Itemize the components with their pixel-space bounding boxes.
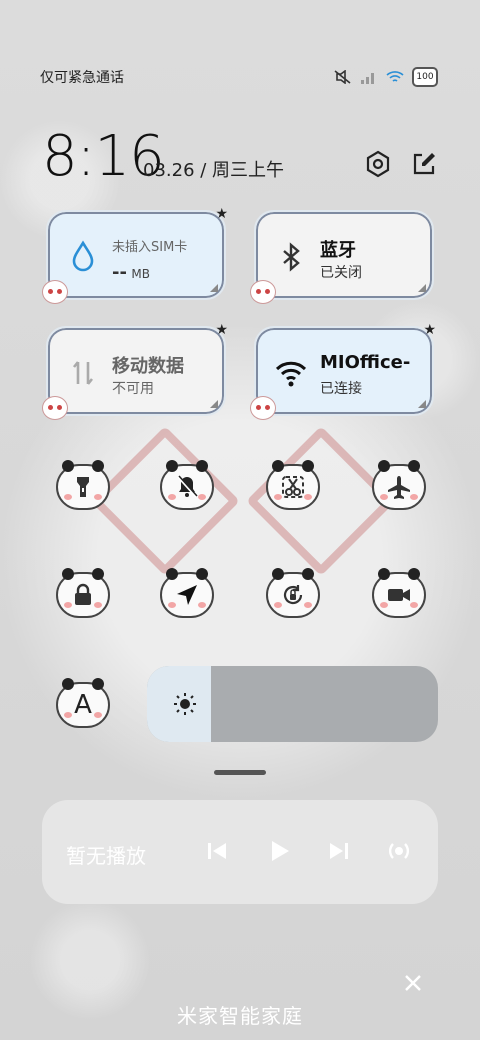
expand-corner-icon [210, 284, 218, 292]
next-track-icon[interactable] [326, 838, 352, 864]
audio-output-icon[interactable] [386, 838, 412, 864]
battery-indicator: 100 [412, 67, 438, 87]
data-usage-value: -- MB [112, 262, 150, 283]
bluetooth-title: 蓝牙 [320, 240, 356, 261]
wifi-network-name: MIOffice- [320, 352, 411, 373]
panda-cheek [168, 602, 176, 608]
screenshot-toggle[interactable] [266, 460, 320, 510]
panda-cheek [94, 494, 102, 500]
panda-cheek [168, 494, 176, 500]
panda-decoration [250, 396, 276, 420]
wifi-icon [275, 361, 307, 387]
star-decoration: ★ [215, 206, 228, 222]
brightness-sun-icon [174, 693, 196, 715]
expand-corner-icon [418, 400, 426, 408]
panda-cheek [94, 602, 102, 608]
bluetooth-icon [283, 242, 300, 272]
font-size-toggle[interactable]: A [56, 678, 110, 728]
airplane-toggle[interactable] [372, 460, 426, 510]
mute-icon [334, 70, 351, 84]
font-icon: A [74, 690, 92, 720]
carrier-text: 仅可紧急通话 [40, 70, 124, 86]
previous-track-icon[interactable] [204, 838, 230, 864]
water-drop-icon [72, 240, 94, 272]
airplane-icon [388, 476, 410, 499]
screenshot-scissors-icon [282, 476, 304, 498]
wifi-status: 已连接 [320, 381, 362, 397]
mobile-data-status: 不可用 [112, 381, 154, 397]
star-decoration: ★ [423, 322, 436, 338]
flashlight-icon [77, 477, 89, 497]
expand-corner-icon [418, 284, 426, 292]
wifi-tile[interactable]: MIOffice- 已连接 ★ [250, 322, 436, 420]
lock-icon [75, 583, 91, 605]
mobile-data-usage-tile[interactable]: 未插入SIM卡 -- MB ★ [42, 206, 228, 304]
panda-cheek [410, 602, 418, 608]
video-camera-icon [388, 589, 410, 601]
settings-icon[interactable] [364, 150, 392, 178]
rotation-lock-icon [283, 585, 303, 605]
wifi-status-icon [386, 71, 404, 82]
location-toggle[interactable] [160, 568, 214, 618]
panda-cheek [64, 602, 72, 608]
clock-date: 03.26 / 周三上午 [143, 160, 285, 181]
panda-decoration [250, 280, 276, 304]
panda-cheek [380, 602, 388, 608]
signal-icon [361, 73, 374, 84]
panda-cheek [64, 712, 72, 718]
play-icon[interactable] [266, 838, 292, 864]
panda-cheek [410, 494, 418, 500]
status-bar: 仅可紧急通话 100 [40, 66, 438, 88]
panda-decoration [42, 396, 68, 420]
panda-cheek [198, 494, 206, 500]
mobile-data-tile[interactable]: 移动数据 不可用 ★ [42, 322, 228, 420]
media-player-card[interactable]: 暂无播放 [42, 800, 438, 904]
bluetooth-tile[interactable]: 蓝牙 已关闭 [250, 210, 434, 304]
close-icon[interactable] [402, 972, 424, 994]
smart-home-title[interactable]: 米家智能家庭 [0, 1000, 480, 1029]
panda-cheek [94, 712, 102, 718]
star-decoration: ★ [215, 322, 228, 338]
panda-cheek [304, 494, 312, 500]
edit-icon[interactable] [410, 150, 438, 178]
expand-corner-icon [210, 400, 218, 408]
lock-screen-toggle[interactable] [56, 568, 110, 618]
drag-handle[interactable] [214, 770, 266, 775]
panda-cheek [380, 494, 388, 500]
panda-cheek [274, 494, 282, 500]
panda-cheek [64, 494, 72, 500]
screen-record-toggle[interactable] [372, 568, 426, 618]
panda-cheek [274, 602, 282, 608]
panda-decoration [42, 280, 68, 304]
silent-toggle[interactable] [160, 460, 214, 510]
silent-bell-icon [177, 475, 198, 498]
mobile-data-title: 移动数据 [112, 356, 184, 377]
bluetooth-status: 已关闭 [320, 265, 362, 281]
flashlight-toggle[interactable] [56, 460, 110, 510]
rotation-lock-toggle[interactable] [266, 568, 320, 618]
brightness-slider[interactable] [147, 666, 438, 742]
data-arrows-icon [72, 361, 94, 385]
panda-cheek [304, 602, 312, 608]
sim-status-label: 未插入SIM卡 [112, 240, 188, 255]
panda-cheek [198, 602, 206, 608]
media-status-label: 暂无播放 [66, 844, 146, 868]
location-icon [177, 585, 197, 605]
